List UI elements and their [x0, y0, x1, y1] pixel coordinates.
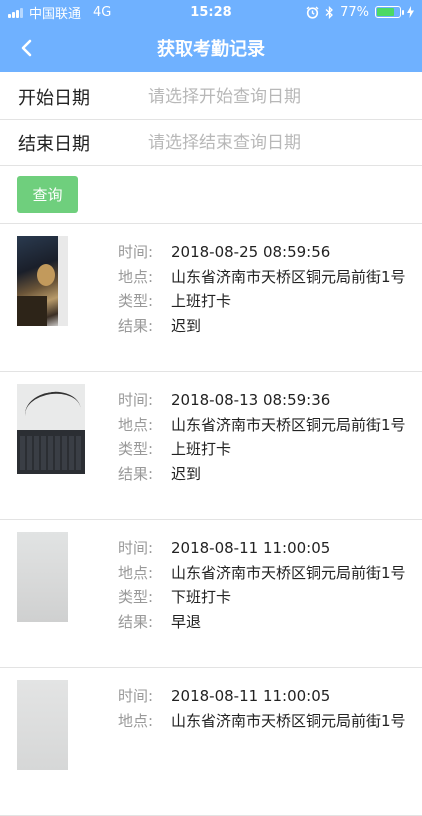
time-label: 时间: — [118, 243, 154, 261]
record-type: 上班打卡 — [171, 440, 232, 458]
record-info: 时间: 2018-08-13 08:59:36 地点: 山东省济南市天桥区铜元局前街… — [118, 388, 414, 486]
start-date-label: 开始日期 — [18, 87, 90, 109]
battery-level — [377, 8, 394, 16]
bluetooth-icon — [325, 5, 334, 19]
record-result: 迟到 — [171, 464, 202, 483]
location-label: 地点: — [118, 415, 154, 434]
record-item[interactable]: 时间: 2018-08-11 11:00:05 地点: 山东省济南市天桥区铜元局前街… — [0, 668, 422, 816]
record-info: 时间: 2018-08-11 11:00:05 地点: 山东省济南市天桥区铜元局前街… — [118, 684, 414, 733]
chevron-left-icon — [21, 39, 32, 57]
charging-icon — [407, 6, 414, 18]
location-label: 地点: — [118, 267, 154, 286]
status-left: 中国联通 4G — [8, 3, 111, 22]
start-date-row: 开始日期 — [0, 74, 422, 120]
record-type: 下班打卡 — [171, 588, 232, 606]
record-result: 早退 — [171, 612, 202, 631]
alarm-icon — [306, 6, 319, 19]
record-info: 时间: 2018-08-25 08:59:56 地点: 山东省济南市天桥区铜元局前街… — [118, 240, 414, 338]
record-result: 迟到 — [171, 316, 202, 335]
back-button[interactable] — [10, 32, 42, 64]
record-item[interactable]: 时间: 2018-08-13 08:59:36 地点: 山东省济南市天桥区铜元局前街… — [0, 372, 422, 520]
record-item[interactable]: 时间: 2018-08-25 08:59:56 地点: 山东省济南市天桥区铜元局前街… — [0, 224, 422, 372]
end-date-label: 结束日期 — [18, 133, 90, 155]
type-label: 类型: — [118, 440, 154, 458]
location-label: 地点: — [118, 563, 154, 582]
signal-icon — [8, 6, 23, 18]
battery-icon — [375, 6, 404, 18]
time-label: 时间: — [118, 391, 154, 409]
record-photo[interactable] — [17, 680, 68, 770]
record-info: 时间: 2018-08-11 11:00:05 地点: 山东省济南市天桥区铜元局前街… — [118, 536, 414, 634]
record-location: 山东省济南市天桥区铜元局前街1号 — [171, 563, 406, 582]
end-date-input[interactable] — [130, 131, 422, 154]
page-title: 获取考勤记录 — [157, 39, 265, 60]
result-label: 结果: — [118, 316, 154, 335]
record-photo[interactable] — [17, 236, 68, 326]
result-label: 结果: — [118, 464, 154, 483]
end-date-row: 结束日期 — [0, 120, 422, 166]
record-time: 2018-08-11 11:00:05 — [171, 539, 331, 557]
type-label: 类型: — [118, 292, 154, 310]
record-photo[interactable] — [17, 384, 85, 474]
start-date-input[interactable] — [130, 85, 422, 108]
nav-bar: 获取考勤记录 — [0, 24, 422, 72]
time-label: 时间: — [118, 539, 154, 557]
battery-percent: 77% — [340, 4, 369, 20]
record-time: 2018-08-11 11:00:05 — [171, 687, 331, 705]
time-label: 时间: — [118, 687, 154, 705]
query-button[interactable]: 查询 — [17, 176, 78, 213]
status-right: 77% — [306, 5, 414, 20]
carrier-name: 中国联通 — [29, 6, 82, 22]
record-time: 2018-08-13 08:59:36 — [171, 391, 331, 409]
record-location: 山东省济南市天桥区铜元局前街1号 — [171, 711, 406, 730]
record-photo[interactable] — [17, 532, 68, 622]
record-location: 山东省济南市天桥区铜元局前街1号 — [171, 415, 406, 434]
network-type: 4G — [93, 4, 112, 20]
status-bar: 中国联通 4G 15:28 77% — [0, 0, 422, 24]
location-label: 地点: — [118, 711, 154, 730]
type-label: 类型: — [118, 588, 154, 606]
record-item[interactable]: 时间: 2018-08-11 11:00:05 地点: 山东省济南市天桥区铜元局前街… — [0, 520, 422, 668]
result-label: 结果: — [118, 612, 154, 631]
record-location: 山东省济南市天桥区铜元局前街1号 — [171, 267, 406, 286]
record-time: 2018-08-25 08:59:56 — [171, 243, 331, 261]
record-type: 上班打卡 — [171, 292, 232, 310]
